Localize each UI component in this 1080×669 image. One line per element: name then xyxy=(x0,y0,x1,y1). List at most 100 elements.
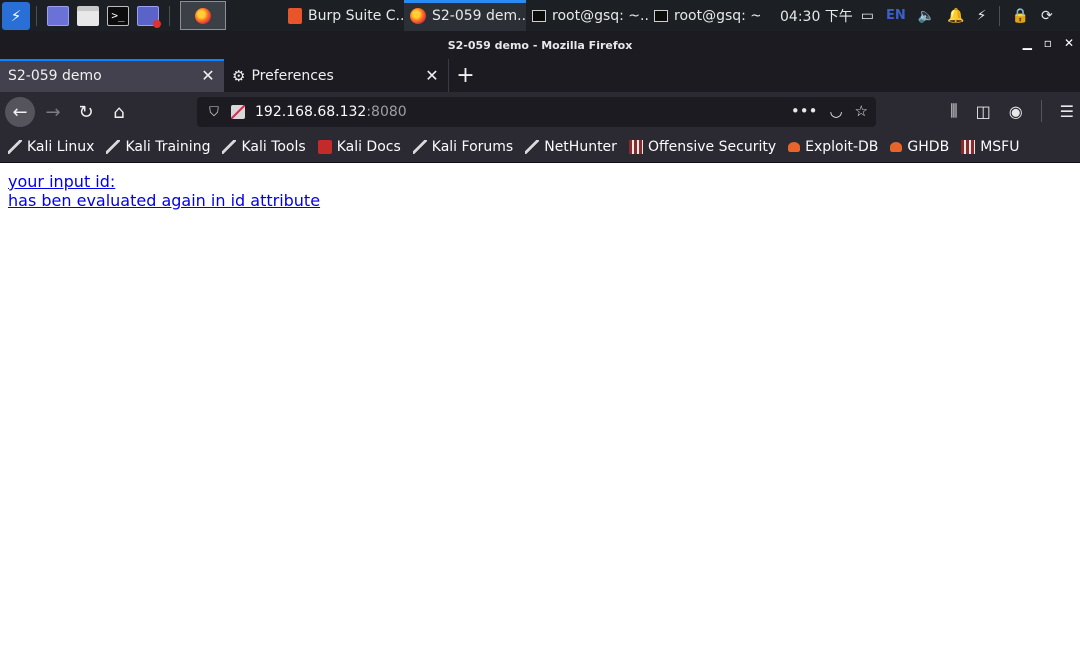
tab-strip: S2-059 demo ✕ ⚙ Preferences ✕ + xyxy=(0,59,1080,92)
bookmark-nethunter[interactable]: NetHunter xyxy=(525,139,617,155)
back-button[interactable]: ← xyxy=(5,97,35,127)
taskbar-item-firefox[interactable]: S2-059 dem... xyxy=(404,0,526,31)
kali-menu-icon[interactable]: ⚡ xyxy=(2,1,30,30)
taskbar-item-label: root@gsq: ~... xyxy=(552,7,648,24)
taskbar-item-burp[interactable]: Burp Suite C... xyxy=(282,0,404,31)
terminal-icon xyxy=(532,9,546,22)
notification-bell-icon[interactable]: 🔔 xyxy=(947,8,964,24)
tab-s2-059-demo[interactable]: S2-059 demo ✕ xyxy=(0,59,224,92)
bookmark-kali-docs[interactable]: Kali Docs xyxy=(317,139,401,155)
bookmark-exploit-db[interactable]: Exploit-DB xyxy=(788,139,878,155)
library-icon[interactable]: ⫼ xyxy=(950,101,957,121)
workspace-launcher-icon[interactable] xyxy=(47,5,69,26)
bookmarks-toolbar: Kali Linux Kali Training Kali Tools Kali… xyxy=(0,132,1080,163)
new-tab-button[interactable]: + xyxy=(448,59,482,92)
window-controls: ▁ ▫ ✕ xyxy=(1023,36,1074,50)
input-id-link[interactable]: your input id: xyxy=(8,172,1072,191)
system-tray: ▭ EN 🔈 🔔 ⚡ 🔒 ⟳ xyxy=(861,5,1053,26)
bookmark-kali-forums[interactable]: Kali Forums xyxy=(412,139,514,155)
lock-icon[interactable]: 🔒 xyxy=(1012,8,1029,24)
hamburger-menu-icon[interactable]: ☰ xyxy=(1060,102,1074,121)
logout-icon[interactable]: ⟳ xyxy=(1041,8,1053,24)
page-content: your input id: has ben evaluated again i… xyxy=(0,164,1080,669)
insecure-connection-icon[interactable] xyxy=(231,105,245,119)
taskbar-item-label: S2-059 dem... xyxy=(432,7,526,24)
tab-label: Preferences xyxy=(251,67,334,84)
firefox-launcher-button[interactable] xyxy=(180,1,226,30)
minimize-icon[interactable]: ▁ xyxy=(1023,36,1032,50)
navigation-toolbar: ← → ↻ ⌂ ⛉ 192.168.68.132:8080 ••• ◡ ☆ ⫼ … xyxy=(0,92,1080,132)
bookmark-label: Kali Training xyxy=(125,139,211,155)
bookmark-label: MSFU xyxy=(980,139,1020,155)
top-panel: ⚡ >_ Burp Suite C... S2-059 dem... root@… xyxy=(0,0,1080,31)
bookmark-kali-training[interactable]: Kali Training xyxy=(106,139,210,155)
taskbar-item-terminal-2[interactable]: root@gsq: ~ xyxy=(648,0,760,31)
bookmark-kali-linux[interactable]: Kali Linux xyxy=(8,139,94,155)
kali-dragon-icon xyxy=(412,140,427,154)
page-actions-icon[interactable]: ••• xyxy=(791,102,818,120)
url-bar[interactable]: ⛉ 192.168.68.132:8080 ••• ◡ ☆ xyxy=(197,97,876,127)
volume-icon[interactable]: 🔈 xyxy=(918,8,935,24)
taskbar-item-label: root@gsq: ~ xyxy=(674,7,760,24)
power-manager-icon[interactable]: ⚡ xyxy=(977,8,987,24)
firefox-icon xyxy=(195,7,211,24)
gear-icon: ⚙ xyxy=(232,66,246,85)
close-tab-icon[interactable]: ✕ xyxy=(424,66,440,85)
window-title: S2-059 demo - Mozilla Firefox xyxy=(447,38,633,52)
forward-button[interactable]: → xyxy=(38,97,68,127)
toolbar-separator xyxy=(1040,100,1042,122)
panel-separator xyxy=(169,5,170,26)
close-tab-icon[interactable]: ✕ xyxy=(200,66,216,85)
burp-icon xyxy=(288,7,302,24)
bookmark-label: GHDB xyxy=(907,139,950,155)
display-icon[interactable]: ▭ xyxy=(861,8,874,24)
offensive-security-icon xyxy=(628,140,643,154)
window-titlebar: S2-059 demo - Mozilla Firefox ▁ ▫ ✕ xyxy=(0,31,1080,59)
screen-recorder-icon[interactable] xyxy=(137,5,161,28)
file-manager-icon[interactable] xyxy=(77,5,99,26)
bookmark-label: Kali Forums xyxy=(431,139,514,155)
panel-separator xyxy=(36,5,37,26)
kali-dragon-icon xyxy=(222,140,237,154)
keyboard-layout-indicator[interactable]: EN xyxy=(886,8,906,23)
url-host[interactable]: 192.168.68.132 xyxy=(255,104,366,120)
evaluated-id-link[interactable]: has ben evaluated again in id attribute xyxy=(8,191,1072,210)
tab-preferences[interactable]: ⚙ Preferences ✕ xyxy=(224,59,448,92)
bookmark-star-icon[interactable]: ☆ xyxy=(855,102,868,120)
firefox-icon xyxy=(410,7,426,24)
bookmark-label: Exploit-DB xyxy=(805,139,879,155)
panel-clock[interactable]: 04:30 下午 xyxy=(780,6,853,26)
bookmark-msfu[interactable]: MSFU xyxy=(961,139,1019,155)
url-port[interactable]: :8080 xyxy=(366,104,406,120)
close-window-icon[interactable]: ✕ xyxy=(1064,36,1074,50)
kali-dragon-icon xyxy=(8,140,22,154)
tray-separator xyxy=(998,5,1000,26)
kali-dragon-icon xyxy=(106,140,121,154)
taskbar-item-label: Burp Suite C... xyxy=(308,7,404,24)
kali-docs-icon xyxy=(317,140,332,154)
msfu-icon xyxy=(961,140,976,154)
bookmark-ghdb[interactable]: GHDB xyxy=(890,139,949,155)
tab-label: S2-059 demo xyxy=(8,67,102,84)
toolbar-right: ⫼ ◫ ◉ ☰ xyxy=(950,100,1074,122)
nethunter-icon xyxy=(525,140,540,154)
bookmark-kali-tools[interactable]: Kali Tools xyxy=(222,139,306,155)
bookmark-label: Offensive Security xyxy=(647,139,777,155)
terminal-icon xyxy=(654,9,668,22)
reload-button[interactable]: ↻ xyxy=(71,97,101,127)
terminal-launcher-icon[interactable]: >_ xyxy=(107,5,129,26)
home-button[interactable]: ⌂ xyxy=(104,97,134,127)
exploit-db-icon xyxy=(788,142,801,152)
pocket-icon[interactable]: ◡ xyxy=(829,102,842,120)
bookmark-offensive-security[interactable]: Offensive Security xyxy=(628,139,777,155)
account-icon[interactable]: ◉ xyxy=(1009,102,1023,121)
bookmark-label: NetHunter xyxy=(544,139,617,155)
tracking-protection-shield-icon[interactable]: ⛉ xyxy=(203,105,225,120)
url-actions: ••• ◡ ☆ xyxy=(791,102,868,120)
maximize-icon[interactable]: ▫ xyxy=(1044,36,1052,50)
bookmark-label: Kali Docs xyxy=(336,139,401,155)
bookmark-label: Kali Tools xyxy=(241,139,306,155)
ghdb-icon xyxy=(890,142,903,152)
taskbar-item-terminal-1[interactable]: root@gsq: ~... xyxy=(526,0,648,31)
sidebar-icon[interactable]: ◫ xyxy=(976,102,991,121)
